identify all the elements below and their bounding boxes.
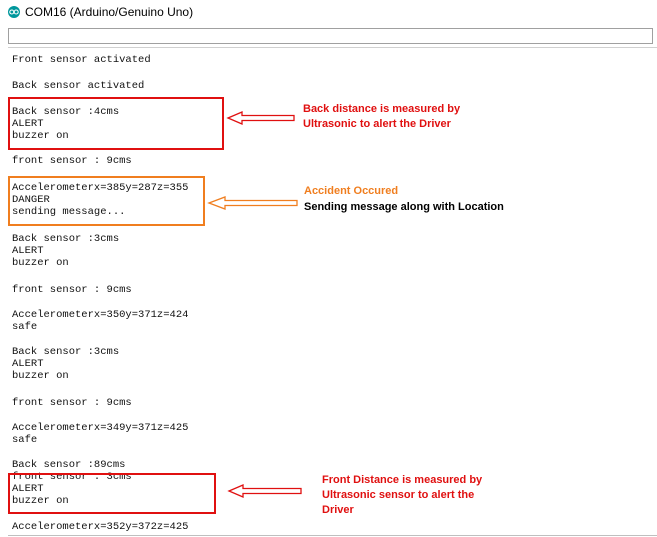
- serial-line: Back sensor activated: [12, 80, 145, 92]
- left-arrow-icon: [227, 484, 302, 498]
- left-arrow-icon: [226, 111, 295, 125]
- serial-line: Accelerometerx=352y=372z=425: [12, 521, 189, 533]
- front-distance-highlight-box: [8, 473, 216, 514]
- serial-line: Back sensor :3cms: [12, 233, 120, 245]
- serial-line: Front sensor activated: [12, 54, 151, 66]
- serial-line: front sensor : 9cms: [12, 155, 132, 167]
- serial-line: buzzer on: [12, 370, 69, 382]
- left-arrow-icon: [207, 196, 298, 210]
- front-distance-annotation-line1: Front Distance is measured by: [322, 474, 483, 486]
- window-titlebar: COM16 (Arduino/Genuino Uno): [0, 0, 657, 24]
- front-distance-annotation-line2: Ultrasonic sensor to alert the: [322, 489, 475, 501]
- back-distance-annotation-line1: Back distance is measured by: [303, 103, 461, 115]
- arduino-logo-icon: [8, 6, 20, 18]
- serial-send-input[interactable]: [8, 28, 653, 44]
- serial-line: ALERT: [12, 358, 44, 370]
- serial-line: Back sensor :3cms: [12, 346, 120, 358]
- serial-line: ALERT: [12, 245, 44, 257]
- accident-highlight-box: [8, 176, 205, 226]
- serial-line: front sensor : 9cms: [12, 397, 132, 409]
- back-distance-highlight-box: [8, 97, 224, 150]
- serial-line: safe: [12, 434, 38, 446]
- serial-line: buzzer on: [12, 257, 69, 269]
- serial-line: front sensor : 9cms: [12, 284, 132, 296]
- back-distance-annotation-line2: Ultrasonic to alert the Driver: [303, 118, 451, 130]
- accident-annotation-line2: Sending message along with Location: [304, 201, 504, 213]
- serial-line: Accelerometerx=349y=371z=425: [12, 422, 189, 434]
- window-title: COM16 (Arduino/Genuino Uno): [25, 5, 194, 19]
- serial-line: Back sensor :89cms: [12, 459, 126, 471]
- accident-annotation-line1: Accident Occured: [304, 185, 399, 197]
- front-distance-annotation-line3: Driver: [322, 504, 354, 516]
- serial-line: Accelerometerx=350y=371z=424: [12, 309, 189, 321]
- serial-line: safe: [12, 321, 38, 333]
